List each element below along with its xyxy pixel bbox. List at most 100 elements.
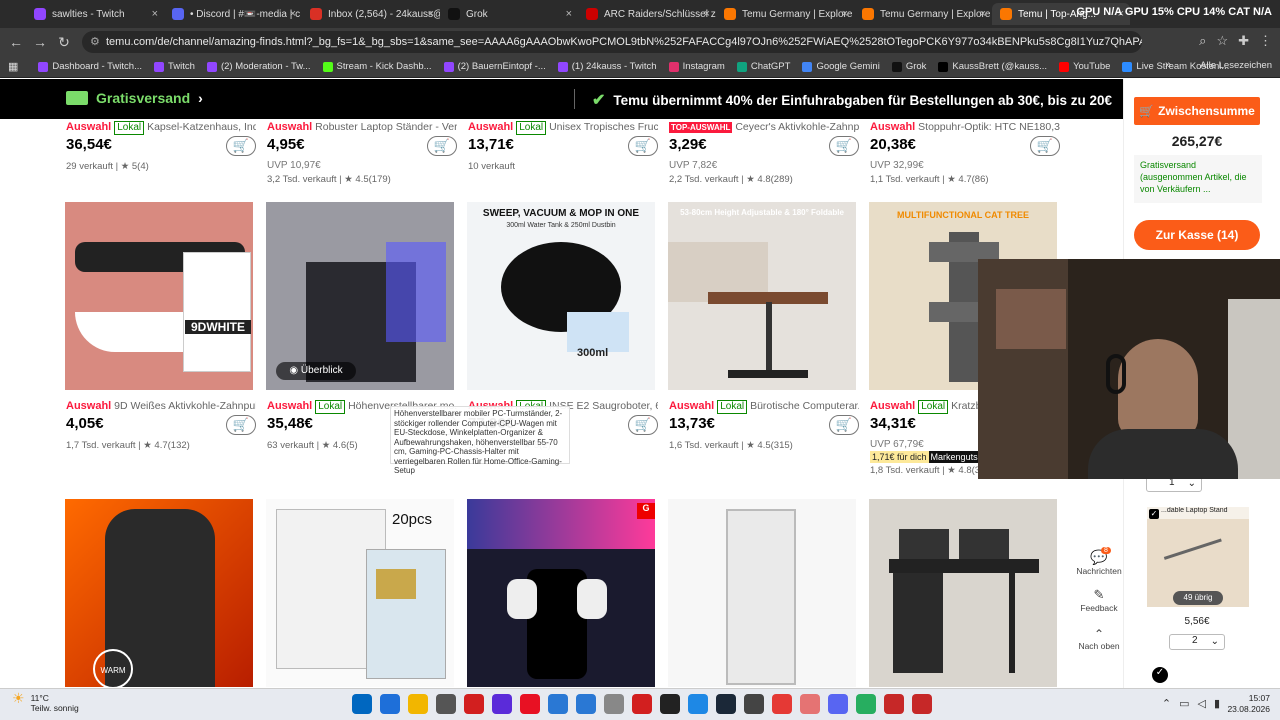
bookmark-item[interactable]: Grok bbox=[886, 61, 933, 72]
bookmark-item[interactable]: (2) Moderation - Tw... bbox=[201, 61, 317, 72]
bookmark-star-icon[interactable]: ☆ bbox=[1216, 33, 1228, 49]
bookmark-item[interactable]: Stream - Kick Dashb... bbox=[317, 61, 438, 72]
product-image[interactable] bbox=[869, 499, 1057, 687]
product-card[interactable]: Auswahl 9D Weißes Aktivkohle-Zahnpul... … bbox=[66, 400, 256, 451]
bookmark-item[interactable]: ChatGPT bbox=[731, 61, 797, 72]
system-tray[interactable]: ⌃ ▭ ◁ ▮ bbox=[1162, 697, 1220, 710]
quick-view-button[interactable]: ◉ Überblick bbox=[276, 362, 356, 380]
product-image[interactable]: 20pcs bbox=[266, 499, 454, 687]
taskbar-app-icon[interactable] bbox=[408, 694, 428, 714]
taskbar-app-icon[interactable] bbox=[380, 694, 400, 714]
chevron-up-icon[interactable]: ⌃ bbox=[1162, 697, 1171, 710]
bookmark-item[interactable]: Twitch bbox=[148, 61, 201, 72]
product-image[interactable]: G bbox=[467, 499, 655, 687]
browser-tab[interactable]: Temu Germany | Explore × bbox=[716, 3, 854, 25]
add-to-cart-button[interactable]: 🛒 bbox=[1030, 136, 1060, 156]
bookmark-item[interactable]: KaussBrett (@kauss... bbox=[932, 61, 1053, 72]
product-card[interactable]: AuswahlLokal Unisex Tropisches Fruch... … bbox=[468, 121, 658, 172]
product-image[interactable]: ◉ Überblick bbox=[266, 202, 454, 390]
close-tab-icon[interactable]: × bbox=[980, 8, 986, 20]
close-tab-icon[interactable]: × bbox=[152, 8, 158, 20]
forward-icon[interactable]: → bbox=[28, 30, 52, 54]
volume-icon[interactable]: ◁ bbox=[1197, 697, 1205, 710]
extensions-icon[interactable]: ✚ bbox=[1238, 33, 1249, 49]
add-to-cart-button[interactable]: 🛒 bbox=[226, 136, 256, 156]
bookmark-item[interactable]: Instagram bbox=[663, 61, 731, 72]
product-image[interactable]: 9DWHITE bbox=[65, 202, 253, 390]
add-to-cart-button[interactable]: 🛒 bbox=[226, 415, 256, 435]
close-tab-icon[interactable]: × bbox=[842, 8, 848, 20]
taskbar-app-icon[interactable] bbox=[772, 694, 792, 714]
product-card[interactable]: Auswahl Lokal Bürotische Computerar... 13… bbox=[669, 400, 859, 451]
product-card[interactable]: Auswahl Robuster Laptop Ständer - Vers..… bbox=[267, 121, 457, 185]
checkbox-checked-icon[interactable]: ✓ bbox=[1149, 509, 1159, 519]
weather-widget[interactable]: ☀ 11°C Teilw. sonnig bbox=[12, 691, 79, 713]
taskbar-app-icon[interactable] bbox=[520, 694, 540, 714]
bookmark-item[interactable]: (2) BauernEintopf -... bbox=[438, 61, 552, 72]
taskbar-app-icon[interactable] bbox=[436, 694, 456, 714]
taskbar-app-icon[interactable] bbox=[716, 694, 736, 714]
back-icon[interactable]: ← bbox=[4, 30, 28, 54]
start-menu-icon[interactable] bbox=[352, 694, 372, 714]
taskbar-app-icon[interactable] bbox=[492, 694, 512, 714]
close-tab-icon[interactable]: × bbox=[566, 8, 572, 20]
browser-tab[interactable]: Inbox (2,564) - 24kauss@ × bbox=[302, 3, 440, 25]
checkbox-checked-icon[interactable]: ✓ bbox=[1152, 667, 1168, 683]
address-bar[interactable]: ⚙ temu.com/de/channel/amazing-finds.html… bbox=[82, 31, 1142, 53]
taskbar-app-icon[interactable] bbox=[632, 694, 652, 714]
bookmark-item[interactable]: (1) 24kauss - Twitch bbox=[552, 61, 663, 72]
add-to-cart-button[interactable]: 🛒 bbox=[628, 415, 658, 435]
taskbar-app-icon[interactable] bbox=[548, 694, 568, 714]
browser-tab[interactable]: sawlties - Twitch × bbox=[26, 3, 164, 25]
reload-icon[interactable]: ↻ bbox=[52, 30, 76, 54]
back-to-top-button[interactable]: ⌃ Nach oben bbox=[1075, 627, 1123, 651]
bookmark-item[interactable]: Google Gemini bbox=[796, 61, 885, 72]
browser-tab[interactable]: ARC Raiders/Schlüssel zur × bbox=[578, 3, 716, 25]
all-bookmarks[interactable]: Alle Lesezeichen bbox=[1200, 60, 1272, 71]
close-tab-icon[interactable]: × bbox=[428, 8, 434, 20]
free-shipping-link[interactable]: Gratisversand › bbox=[66, 90, 203, 106]
bookmark-item[interactable]: YouTube bbox=[1053, 61, 1116, 72]
taskbar-app-icon[interactable] bbox=[688, 694, 708, 714]
close-tab-icon[interactable]: × bbox=[290, 8, 296, 20]
taskbar-app-icon[interactable] bbox=[744, 694, 764, 714]
browser-tab[interactable]: Grok × bbox=[440, 3, 578, 25]
cart-item-thumbnail[interactable]: ...dable Laptop Stand ✓ 49 übrig bbox=[1147, 507, 1249, 607]
add-to-cart-button[interactable]: 🛒 bbox=[628, 136, 658, 156]
product-image[interactable]: WARM bbox=[65, 499, 253, 687]
quantity-select-2[interactable]: 2 ⌄ bbox=[1169, 634, 1225, 650]
close-tab-icon[interactable]: × bbox=[704, 8, 710, 20]
taskbar-app-icon[interactable] bbox=[912, 694, 932, 714]
bookmark-item[interactable]: Dashboard - Twitch... bbox=[32, 61, 148, 72]
product-image[interactable] bbox=[668, 499, 856, 687]
checkout-button[interactable]: Zur Kasse (14) bbox=[1134, 220, 1260, 250]
taskbar-app-icon[interactable] bbox=[604, 694, 624, 714]
apps-icon[interactable]: ▦ bbox=[8, 60, 18, 73]
browser-tab[interactable]: Temu Germany | Explore × bbox=[854, 3, 992, 25]
battery-icon[interactable]: ▮ bbox=[1214, 697, 1220, 710]
bookmarks-more[interactable]: » bbox=[1165, 59, 1171, 71]
product-image[interactable]: 53-80cm Height Adjustable & 180° Foldabl… bbox=[668, 202, 856, 390]
messages-button[interactable]: 💬 8 Nachrichten bbox=[1075, 547, 1123, 583]
network-icon[interactable]: ▭ bbox=[1179, 697, 1189, 710]
taskbar-app-icon[interactable] bbox=[884, 694, 904, 714]
add-to-cart-button[interactable]: 🛒 bbox=[829, 136, 859, 156]
product-card[interactable]: TOP-AUSWAHL Ceyecr's Aktivkohle-Zahnputz… bbox=[669, 121, 859, 185]
add-to-cart-button[interactable]: 🛒 bbox=[427, 136, 457, 156]
product-card[interactable]: Auswahl Lokal Kapsel-Katzenhaus, Ind... 3… bbox=[66, 121, 256, 172]
product-image[interactable]: SWEEP, VACUUM & MOP IN ONE 300ml Water Ta… bbox=[467, 202, 655, 390]
taskbar-app-icon[interactable] bbox=[464, 694, 484, 714]
taskbar-app-icon[interactable] bbox=[660, 694, 680, 714]
clock[interactable]: 15:07 23.08.2026 bbox=[1227, 693, 1270, 715]
add-to-cart-button[interactable]: 🛒 bbox=[829, 415, 859, 435]
feedback-button[interactable]: ✎ Feedback bbox=[1075, 587, 1123, 627]
site-info-icon[interactable]: ⚙ bbox=[90, 35, 100, 48]
taskbar-app-icon[interactable] bbox=[800, 694, 820, 714]
product-card[interactable]: Auswahl Stoppuhr-Optik: HTC NE180,34... … bbox=[870, 121, 1060, 185]
import-duty-promo[interactable]: ✔ Temu übernimmt 40% der Einfuhrabgaben … bbox=[592, 90, 1112, 110]
menu-icon[interactable]: ⋮ bbox=[1259, 33, 1272, 49]
taskbar-app-icon[interactable] bbox=[856, 694, 876, 714]
zoom-icon[interactable]: ⌕ bbox=[1199, 33, 1206, 49]
taskbar-app-icon[interactable] bbox=[576, 694, 596, 714]
taskbar-app-icon[interactable] bbox=[828, 694, 848, 714]
